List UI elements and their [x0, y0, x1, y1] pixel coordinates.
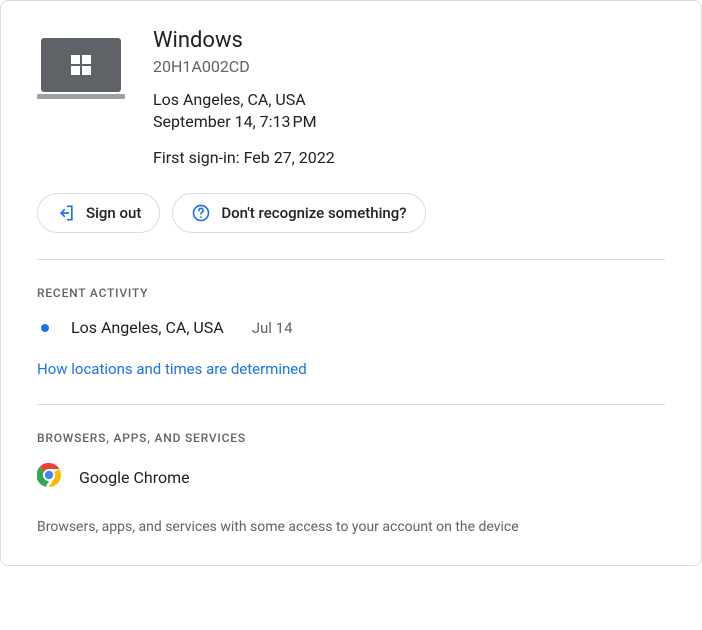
device-name: Windows [153, 27, 665, 55]
browsers-heading: BROWSERS, APPS, AND SERVICES [37, 431, 665, 445]
device-header: Windows 20H1A002CD Los Angeles, CA, USA … [1, 1, 701, 169]
activity-date: Jul 14 [252, 319, 293, 337]
locations-info-link[interactable]: How locations and times are determined [37, 360, 307, 378]
device-location: Los Angeles, CA, USA [153, 89, 665, 111]
divider [37, 404, 665, 405]
app-name: Google Chrome [79, 468, 190, 487]
browsers-description: Browsers, apps, and services with some a… [37, 517, 665, 537]
sign-out-icon [56, 203, 76, 223]
laptop-icon [37, 27, 133, 169]
dont-recognize-label: Don't recognize something? [221, 204, 406, 222]
help-icon [191, 203, 211, 223]
device-actions: Sign out Don't recognize something? [1, 169, 701, 259]
divider [37, 259, 665, 260]
recent-activity-heading: RECENT ACTIVITY [37, 286, 665, 300]
sign-out-button[interactable]: Sign out [37, 193, 160, 233]
activity-location: Los Angeles, CA, USA [71, 318, 224, 337]
browsers-section: BROWSERS, APPS, AND SERVICES Google Chro… [1, 431, 701, 537]
app-row: Google Chrome [37, 463, 665, 491]
activity-row: Los Angeles, CA, USA Jul 14 [37, 318, 665, 337]
activity-dot-icon [41, 324, 49, 332]
dont-recognize-button[interactable]: Don't recognize something? [172, 193, 425, 233]
device-model: 20H1A002CD [153, 57, 665, 77]
device-card: Windows 20H1A002CD Los Angeles, CA, USA … [0, 0, 702, 566]
device-first-signin: First sign-in: Feb 27, 2022 [153, 147, 665, 169]
device-info: Windows 20H1A002CD Los Angeles, CA, USA … [133, 27, 665, 169]
device-last-active: September 14, 7:13 PM [153, 111, 665, 133]
chrome-icon [37, 463, 61, 491]
recent-activity-section: RECENT ACTIVITY Los Angeles, CA, USA Jul… [1, 286, 701, 404]
sign-out-label: Sign out [86, 204, 141, 222]
